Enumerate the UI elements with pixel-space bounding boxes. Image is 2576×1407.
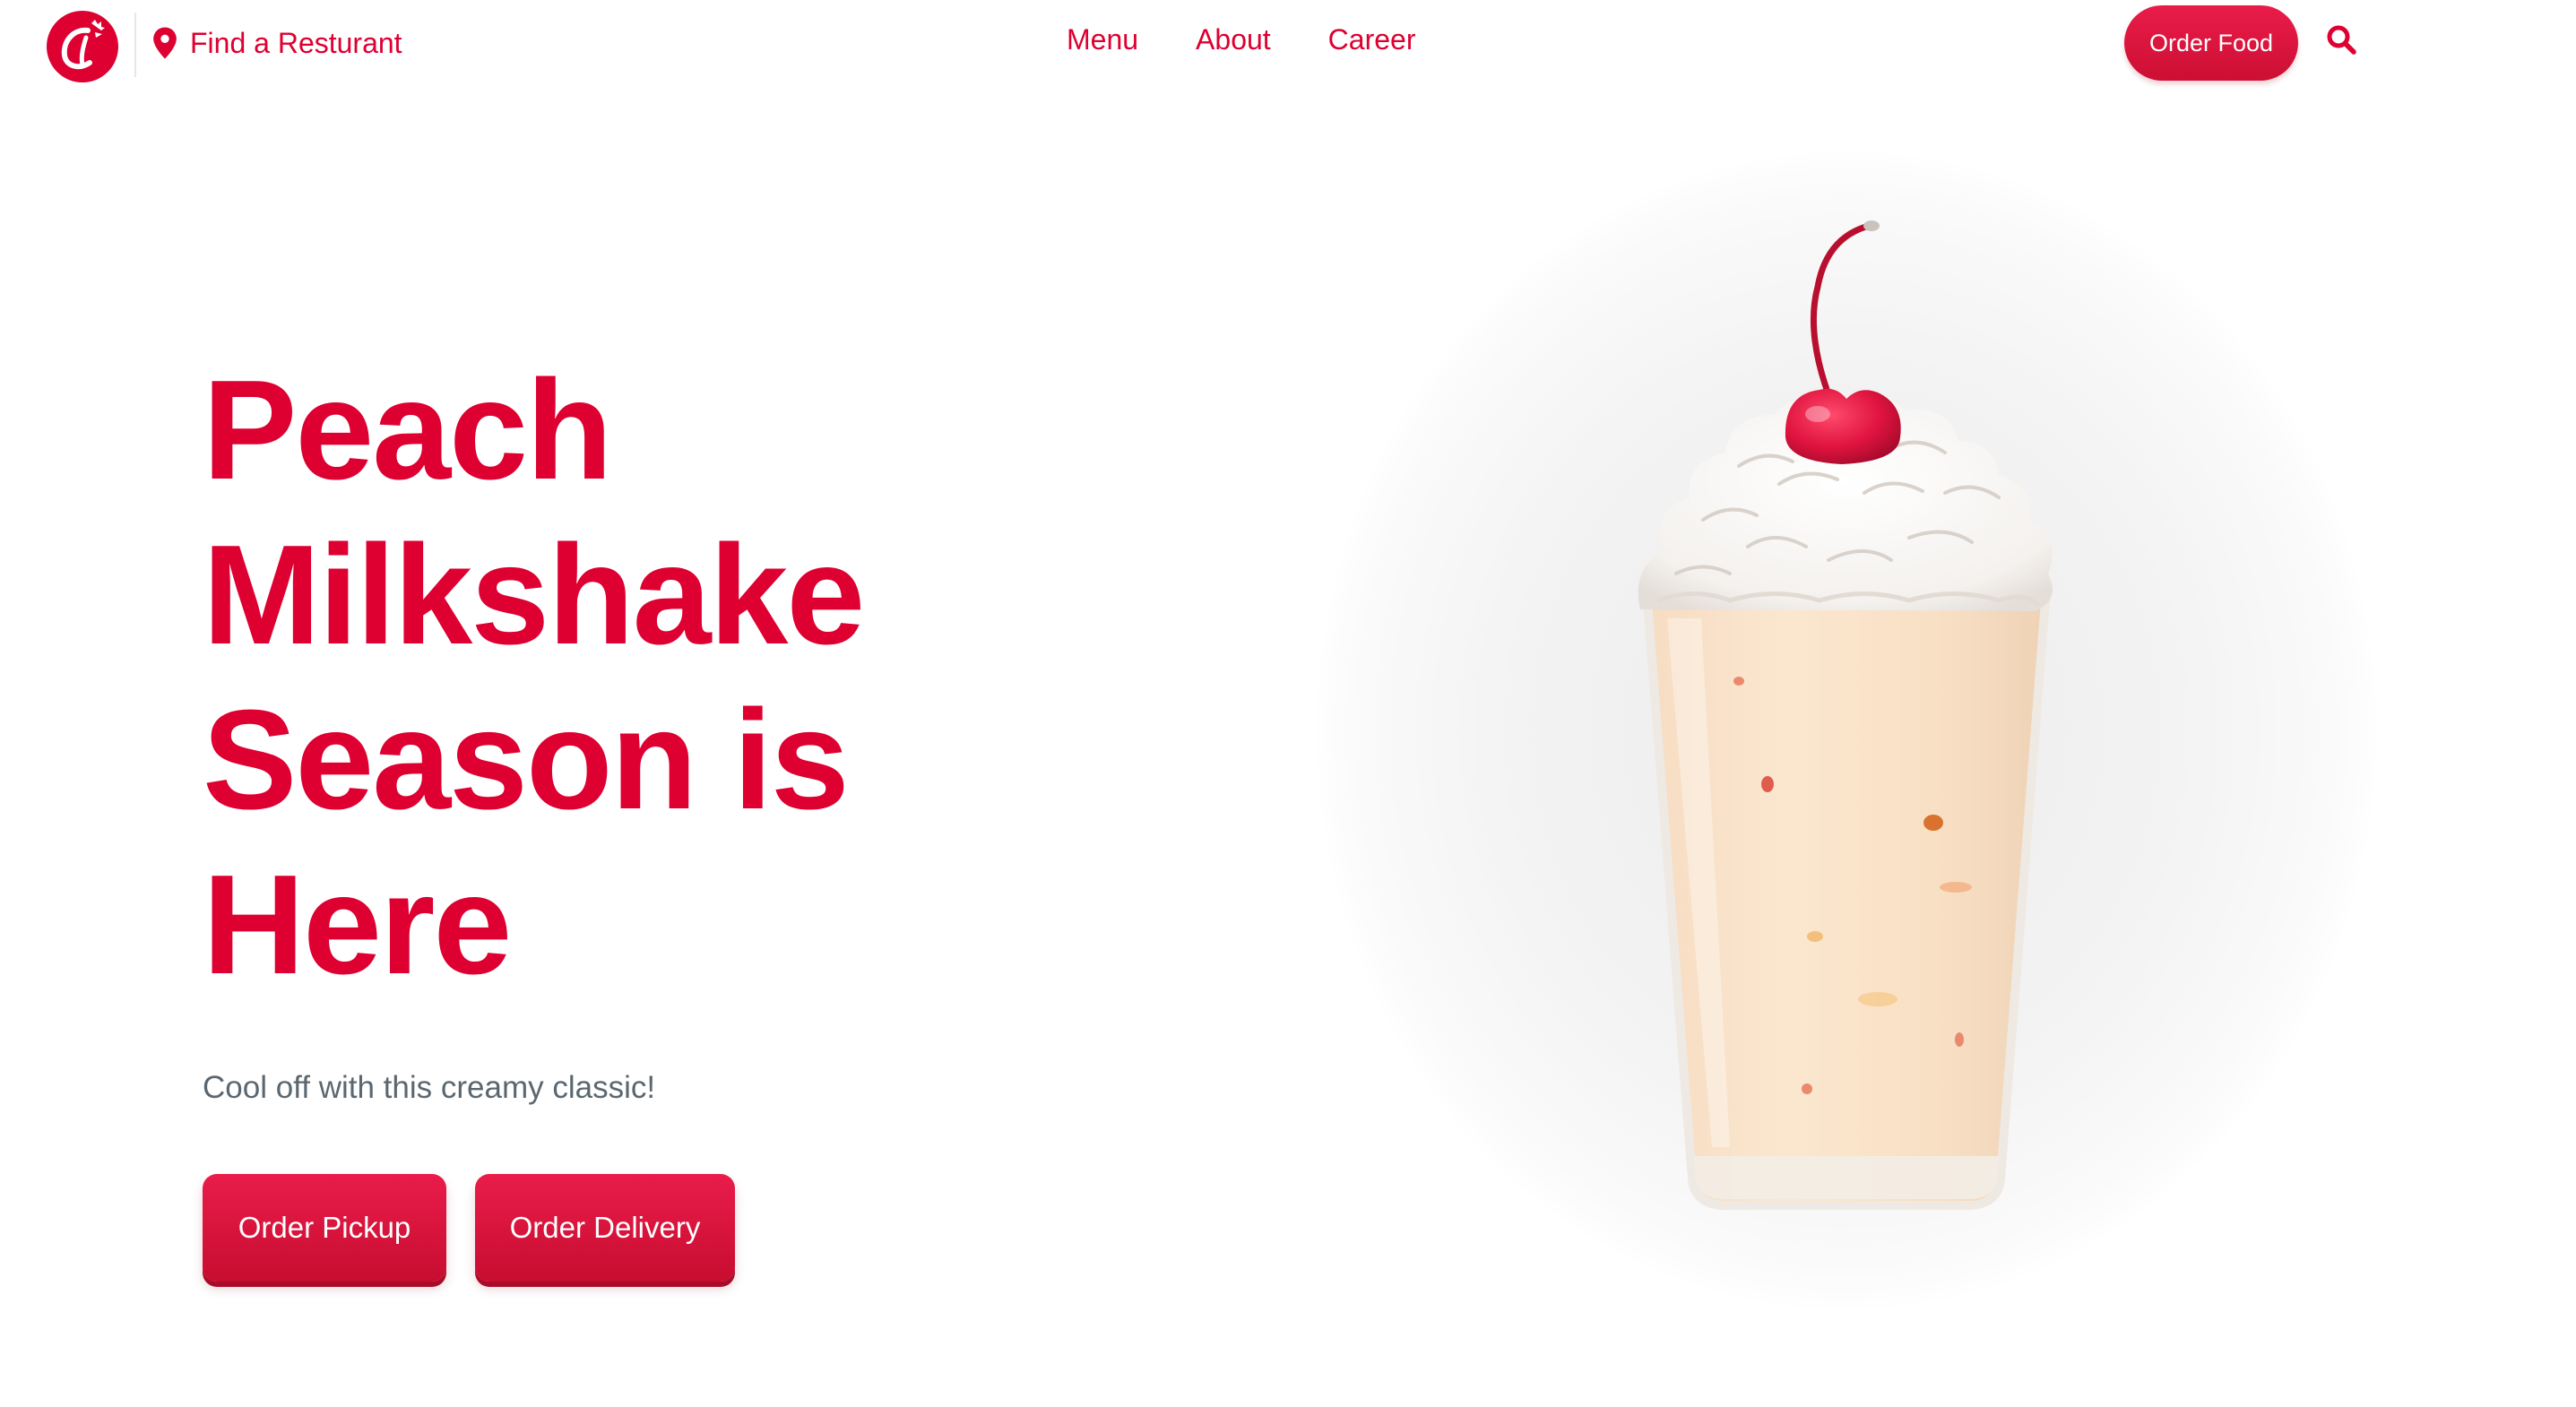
order-pickup-button[interactable]: Order Pickup [203, 1174, 446, 1282]
order-food-button[interactable]: Order Food [2124, 5, 2298, 81]
hero-title: Peach Milkshake Season is Here [203, 348, 1009, 1007]
hero-title-line: Peach [203, 351, 613, 509]
milkshake-image [1595, 206, 2097, 1219]
chick-logo-icon [48, 13, 117, 81]
hero-title-line: Season is [203, 681, 850, 839]
header-divider [134, 13, 136, 77]
map-pin-icon [152, 26, 177, 60]
page: Find a Resturant Menu About Career Order… [0, 0, 2576, 1407]
search-icon[interactable] [2325, 23, 2357, 56]
find-restaurant-link[interactable]: Find a Resturant [152, 22, 402, 65]
nav-item-about[interactable]: About [1196, 18, 1271, 61]
brand-logo[interactable] [47, 11, 118, 82]
hero-title-line: Here [203, 846, 512, 1004]
find-restaurant-label: Find a Resturant [190, 26, 402, 59]
hero-title-line: Milkshake [203, 516, 865, 674]
order-delivery-button[interactable]: Order Delivery [475, 1174, 735, 1282]
hero-subtitle: Cool off with this creamy classic! [203, 1070, 656, 1105]
site-header: Find a Resturant Menu About Career Order… [0, 0, 2576, 90]
main-nav: Menu About Career [1067, 18, 1415, 61]
nav-item-career[interactable]: Career [1328, 18, 1416, 61]
nav-item-menu[interactable]: Menu [1067, 18, 1138, 61]
